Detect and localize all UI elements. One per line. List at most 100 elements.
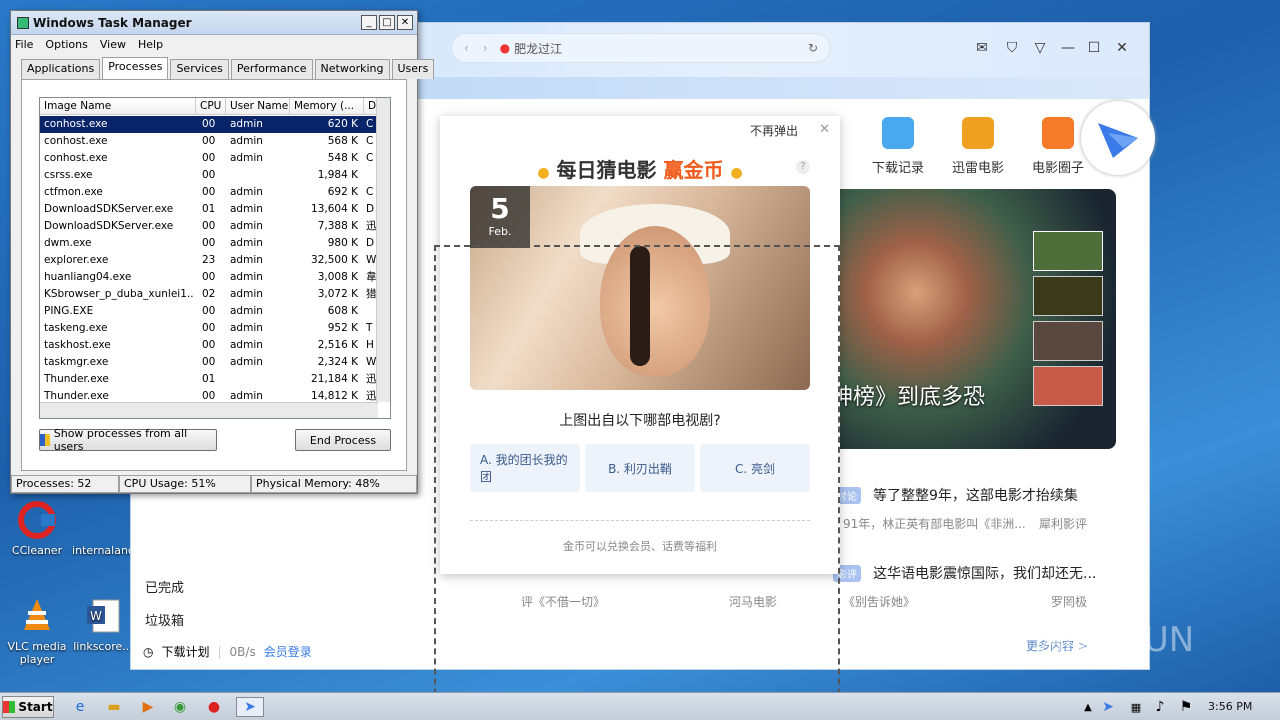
column-user-name[interactable]: User Name xyxy=(226,98,290,115)
table-row[interactable]: Thunder.exe 01 21,184 K迅 xyxy=(40,371,378,388)
menu-view[interactable]: View xyxy=(100,38,126,51)
table-row[interactable]: conhost.exe 00 admin 568 KC xyxy=(40,133,378,150)
cell-cpu: 00 xyxy=(202,237,216,249)
table-row[interactable]: taskmgr.exe 00 admin 2,324 KW xyxy=(40,354,378,371)
banner-thumb-4[interactable] xyxy=(1033,366,1103,406)
cell-user: admin xyxy=(230,305,263,317)
date-month: Feb. xyxy=(488,225,512,238)
table-row[interactable]: taskeng.exe 00 admin 952 KT xyxy=(40,320,378,337)
table-row[interactable]: PING.EXE 00 admin 608 K xyxy=(40,303,378,320)
mail-icon[interactable]: ✉ xyxy=(973,39,991,57)
opera-icon[interactable]: ● xyxy=(204,697,224,717)
banner-thumb-2[interactable] xyxy=(1033,276,1103,316)
tray-flag-icon[interactable]: ⚑ xyxy=(1176,697,1196,717)
desktop-icon-ccleaner[interactable]: CCleaner xyxy=(6,500,68,557)
download-plan[interactable]: 下载计划 xyxy=(161,643,209,660)
cell-cpu: 01 xyxy=(202,203,216,215)
end-process-button[interactable]: End Process xyxy=(295,429,391,451)
vertical-scrollbar[interactable] xyxy=(376,98,390,402)
feature-download-history[interactable]: 下载记录 xyxy=(863,117,933,176)
desktop-icon-label: VLC media player xyxy=(7,640,67,666)
process-list[interactable]: Image Name CPU User Name Memory (... D c… xyxy=(39,97,391,419)
tray-volume-icon[interactable]: ♪ xyxy=(1150,697,1170,717)
table-row[interactable]: taskhost.exe 00 admin 2,516 KH xyxy=(40,337,378,354)
cell-mem: 608 K xyxy=(327,305,358,317)
menu-help[interactable]: Help xyxy=(138,38,163,51)
table-row[interactable]: csrss.exe 00 1,984 K xyxy=(40,167,378,184)
start-button[interactable]: Start xyxy=(2,696,54,718)
menu-file[interactable]: File xyxy=(15,38,33,51)
minimize-button[interactable]: — xyxy=(1059,39,1077,57)
tray-arrow-icon[interactable]: ▲ xyxy=(1078,697,1098,717)
horizontal-scrollbar[interactable] xyxy=(40,402,378,418)
table-row[interactable]: huanliang04.exe 00 admin 3,008 K韋 xyxy=(40,269,378,286)
tab-processes[interactable]: Processes xyxy=(102,57,169,79)
tab-networking[interactable]: Networking xyxy=(314,59,390,79)
forward-icon[interactable]: › xyxy=(483,41,488,55)
table-row[interactable]: ctfmon.exe 00 admin 692 KC xyxy=(40,184,378,201)
tab-performance[interactable]: Performance xyxy=(230,59,313,79)
column-memory[interactable]: Memory (... xyxy=(290,98,364,115)
back-icon[interactable]: ‹ xyxy=(464,41,469,55)
menu-options[interactable]: Options xyxy=(45,38,87,51)
title-part-a: 每日猜电影 xyxy=(556,158,657,182)
table-row[interactable]: dwm.exe 00 admin 980 KD xyxy=(40,235,378,252)
column-cpu[interactable]: CPU xyxy=(196,98,226,115)
skin-icon[interactable]: ⛉ xyxy=(1003,39,1021,57)
table-row[interactable]: conhost.exe 00 admin 548 KC xyxy=(40,150,378,167)
media-player-icon[interactable]: ▶ xyxy=(138,697,158,717)
menu-dropdown-icon[interactable]: ▽ xyxy=(1031,39,1049,57)
button-label: Show processes from all users xyxy=(53,427,188,453)
explorer-icon[interactable]: ▬ xyxy=(104,697,124,717)
chrome-icon[interactable]: ◉ xyxy=(170,697,190,717)
table-row[interactable]: conhost.exe 00 admin 620 KC xyxy=(40,116,378,133)
maximize-button[interactable]: □ xyxy=(379,15,395,30)
table-row[interactable]: explorer.exe 23 admin 32,500 KW xyxy=(40,252,378,269)
maximize-button[interactable]: ☐ xyxy=(1085,39,1103,57)
refresh-icon[interactable]: ↻ xyxy=(808,41,818,55)
sidebar-item-done[interactable]: 已完成 xyxy=(145,577,184,596)
cell-name: taskeng.exe xyxy=(44,322,108,334)
banner-thumb-1[interactable] xyxy=(1033,231,1103,271)
banner-thumb-3[interactable] xyxy=(1033,321,1103,361)
close-button[interactable]: ✕ xyxy=(1113,39,1131,57)
windows-logo-icon xyxy=(3,701,16,713)
cell-user: admin xyxy=(230,135,263,147)
column-image-name[interactable]: Image Name xyxy=(40,98,196,115)
desktop-icon-label: linkscore... xyxy=(73,640,133,653)
feature-xunlei-movie[interactable]: 迅雷电影 xyxy=(943,117,1013,176)
cell-cpu: 02 xyxy=(202,288,216,300)
task-manager-titlebar[interactable]: Windows Task Manager xyxy=(11,11,417,35)
close-button[interactable]: ✕ xyxy=(397,15,413,30)
anyrun-watermark: ANY RUN xyxy=(1040,620,1195,660)
desktop-icon-internalanc[interactable]: internalanc xyxy=(72,500,134,557)
tab-users[interactable]: Users xyxy=(391,59,435,79)
news-title[interactable]: 这华语电影震惊国际，我们却还无... xyxy=(873,563,1096,583)
cell-name: conhost.exe xyxy=(44,135,108,147)
sidebar-item-trash[interactable]: 垃圾箱 xyxy=(145,610,184,629)
date-day: 5 xyxy=(490,192,510,225)
table-row[interactable]: KSbrowser_p_duba_xunlei1... 02 admin 3,072 … xyxy=(40,286,378,303)
thunder-address-bar[interactable]: ‹ › ● 肥龙过江 ↻ xyxy=(451,33,831,63)
tray-network-icon[interactable]: ▦ xyxy=(1126,697,1146,717)
show-all-processes-button[interactable]: Show processes from all users xyxy=(39,427,217,453)
status-memory: Physical Memory: 48% xyxy=(251,475,417,493)
desktop-icon-linkscore[interactable]: W linkscore... xyxy=(72,596,134,653)
news-title[interactable]: 等了整整9年，这部电影才抬续集 xyxy=(873,485,1078,505)
thunder-taskbar-icon[interactable]: ➤ xyxy=(236,697,264,717)
ie-icon[interactable]: e xyxy=(70,697,90,717)
cell-user: admin xyxy=(230,356,263,368)
dismiss-link[interactable]: 不再弹出 xyxy=(750,122,798,139)
tray-thunder-icon[interactable]: ➤ xyxy=(1098,697,1118,717)
minimize-button[interactable]: _ xyxy=(361,15,377,30)
thunder-bird-icon[interactable] xyxy=(1081,101,1155,175)
desktop-icon-vlc[interactable]: VLC media player xyxy=(6,596,68,666)
close-icon[interactable]: ✕ xyxy=(819,122,830,137)
movie-banner[interactable]: 神榜》到底多恐 xyxy=(831,189,1116,449)
tab-applications[interactable]: Applications xyxy=(21,59,101,79)
table-row[interactable]: DownloadSDKServer.exe 01 admin 13,604 KD xyxy=(40,201,378,218)
tab-services[interactable]: Services xyxy=(170,59,229,79)
help-icon[interactable]: ? xyxy=(796,160,810,174)
table-row[interactable]: DownloadSDKServer.exe 00 admin 7,388 K迅 xyxy=(40,218,378,235)
member-login[interactable]: 会员登录 xyxy=(264,643,312,660)
